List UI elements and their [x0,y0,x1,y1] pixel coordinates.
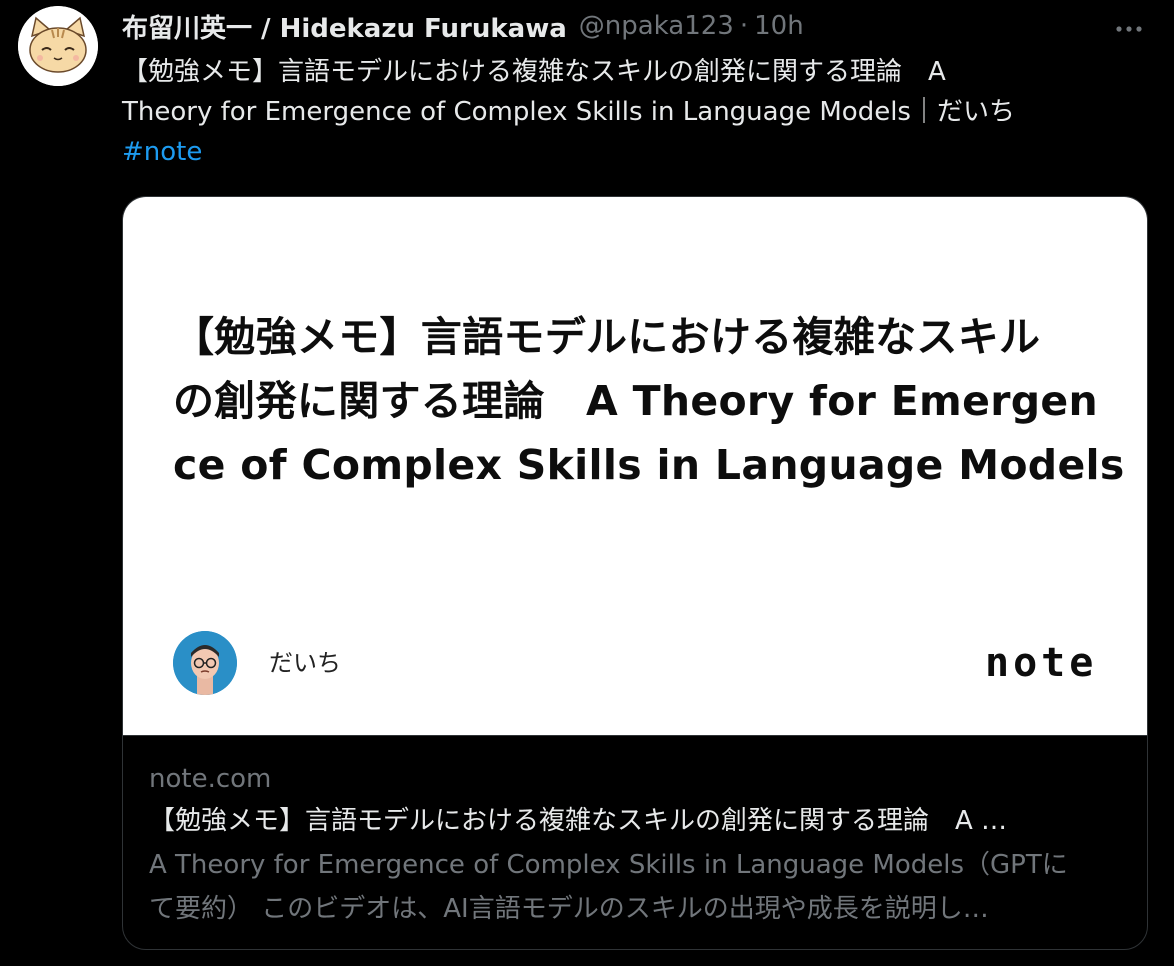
card-description-line: て要約） このビデオは、AI言語モデルのスキルの出現や成長を説明し… [149,894,989,924]
tweet-text-line: Theory for Emergence of Complex Skills i… [122,97,1015,127]
person-glasses-icon [173,631,237,695]
tweet-header: 布留川英一 / Hidekazu Furukawa @npaka123 · 10… [122,8,804,44]
more-button[interactable] [1112,12,1146,46]
tweet-text-line: 【勉強メモ】言語モデルにおける複雑なスキルの創発に関する理論 A [122,57,946,87]
card-image-title-line: 【勉強メモ】言語モデルにおける複雑なスキル [173,313,1041,361]
more-dots-icon [1116,26,1142,32]
cat-face-icon [18,6,98,86]
card-domain: note.com [149,764,272,794]
card-meta: note.com 【勉強メモ】言語モデルにおける複雑なスキルの創発に関する理論 … [149,759,1129,931]
display-name[interactable]: 布留川英一 / Hidekazu Furukawa [122,8,567,45]
header-separator: · [739,11,749,41]
user-handle[interactable]: @npaka123 [579,11,734,41]
note-logo: note [985,640,1098,686]
author-name: だいち [269,649,341,677]
tweet-timestamp[interactable]: 10h [754,11,804,41]
card-description: A Theory for Emergence of Complex Skills… [149,843,1124,931]
card-image[interactable]: 【勉強メモ】言語モデルにおける複雑なスキル の創発に関する理論 A Theory… [123,197,1147,735]
card-title: 【勉強メモ】言語モデルにおける複雑なスキルの創発に関する理論 A … [149,806,1008,836]
tweet: 布留川英一 / Hidekazu Furukawa @npaka123 · 10… [0,0,1174,966]
card-image-title-line: の創発に関する理論 A Theory for Emergen [173,377,1098,425]
card-image-title-line: ce of Complex Skills in Language Models [173,441,1125,489]
card-description-line: A Theory for Emergence of Complex Skills… [149,850,1068,880]
card-divider [123,735,1147,736]
hashtag-link[interactable]: #note [122,132,1152,172]
link-card[interactable]: 【勉強メモ】言語モデルにおける複雑なスキル の創発に関する理論 A Theory… [122,196,1148,950]
profile-avatar[interactable] [18,6,98,86]
tweet-text: 【勉強メモ】言語モデルにおける複雑なスキルの創発に関する理論 A Theory … [122,52,1152,172]
author-avatar [173,631,237,695]
card-image-title: 【勉強メモ】言語モデルにおける複雑なスキル の創発に関する理論 A Theory… [173,305,1125,497]
